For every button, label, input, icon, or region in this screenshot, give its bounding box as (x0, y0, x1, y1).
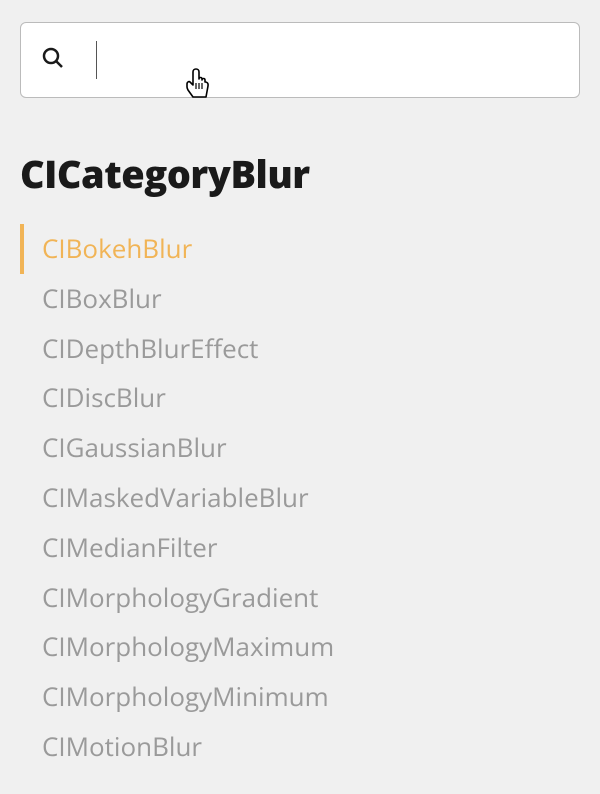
filter-item-morphology-minimum[interactable]: CIMorphologyMinimum (20, 672, 580, 722)
filter-item-box-blur[interactable]: CIBoxBlur (20, 274, 580, 324)
filter-list: CIBokehBlur CIBoxBlur CIDepthBlurEffect … (20, 224, 580, 772)
filter-item-depth-blur-effect[interactable]: CIDepthBlurEffect (20, 324, 580, 374)
search-box[interactable] (20, 22, 580, 98)
filter-item-masked-variable-blur[interactable]: CIMaskedVariableBlur (20, 473, 580, 523)
filter-item-morphology-maximum[interactable]: CIMorphologyMaximum (20, 622, 580, 672)
search-input[interactable] (65, 23, 559, 97)
filter-item-median-filter[interactable]: CIMedianFilter (20, 523, 580, 573)
filter-item-morphology-gradient[interactable]: CIMorphologyGradient (20, 573, 580, 623)
filter-item-motion-blur[interactable]: CIMotionBlur (20, 722, 580, 772)
filter-item-bokeh-blur[interactable]: CIBokehBlur (20, 224, 580, 274)
category-title: CICategoryBlur (20, 148, 580, 200)
filter-item-disc-blur[interactable]: CIDiscBlur (20, 373, 580, 423)
filter-item-gaussian-blur[interactable]: CIGaussianBlur (20, 423, 580, 473)
text-cursor (96, 41, 97, 79)
search-icon (41, 46, 65, 75)
